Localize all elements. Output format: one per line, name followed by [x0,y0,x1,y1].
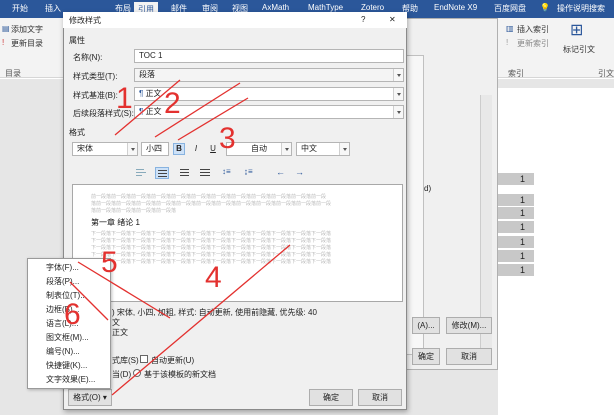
annotation-number-1: 1 [116,82,133,115]
annotation-number-3: 3 [219,122,236,155]
annotation-line [111,244,291,396]
annotation-number-2: 2 [164,87,181,120]
annotation-number-6: 6 [64,298,81,331]
annotation-number-5: 5 [101,246,118,279]
annotation-overlay [69,79,291,396]
annotation-number-4: 4 [205,261,222,294]
annotation-line [77,261,171,319]
annotation-line [177,97,249,141]
